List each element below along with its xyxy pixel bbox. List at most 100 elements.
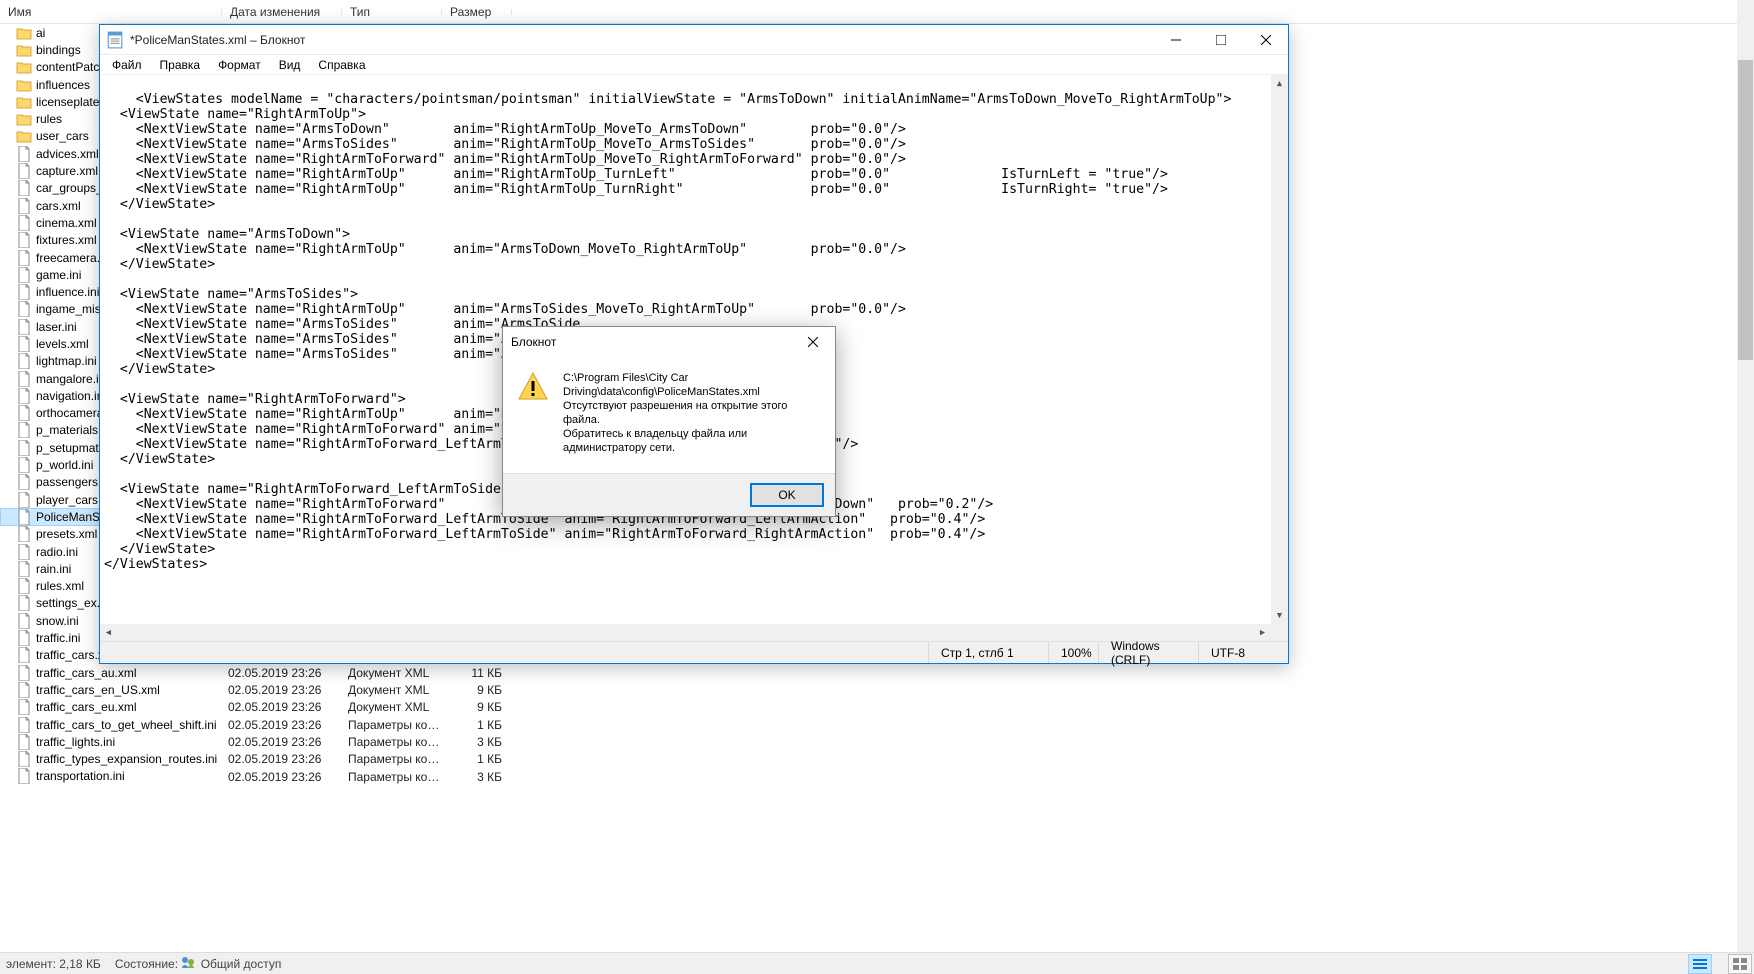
col-header-size[interactable]: Размер: [442, 5, 512, 19]
file-row[interactable]: traffic_cars_to_get_wheel_shift.ini: [0, 716, 222, 733]
notepad-menubar: ФайлПравкаФорматВидСправка: [100, 55, 1288, 75]
menu-файл[interactable]: Файл: [104, 56, 150, 74]
file-date: 02.05.2019 23:26: [222, 735, 342, 749]
close-button[interactable]: [1243, 25, 1288, 54]
folder-icon: [16, 94, 32, 110]
folder-icon: [16, 111, 32, 127]
status-state: Состояние: Общий доступ: [115, 956, 282, 971]
notepad-icon: [106, 31, 124, 49]
file-row[interactable]: traffic_lights.ini: [0, 733, 222, 750]
file-name: traffic_cars_eu.xml: [36, 700, 136, 714]
dialog-close-button[interactable]: [790, 328, 835, 357]
file-type: Параметры конф...: [342, 770, 442, 784]
file-size: 11 КБ: [442, 666, 512, 680]
file-icon: [16, 751, 32, 767]
detail-row[interactable]: 02.05.2019 23:26Документ XML11 КБ: [222, 664, 512, 681]
file-icon: [16, 146, 32, 162]
scroll-right-icon[interactable]: ▸: [1254, 624, 1271, 641]
file-row[interactable]: traffic_cars_eu.xml: [0, 699, 222, 716]
warning-icon: [517, 371, 549, 403]
file-row[interactable]: traffic_types_expansion_routes.ini: [0, 750, 222, 767]
detail-row[interactable]: 02.05.2019 23:26Документ XML9 КБ: [222, 699, 512, 716]
file-icon: [16, 734, 32, 750]
folder-name: ai: [36, 26, 45, 40]
file-size: 3 КБ: [442, 735, 512, 749]
file-date: 02.05.2019 23:26: [222, 700, 342, 714]
file-row[interactable]: transportation.ini: [0, 768, 222, 785]
folder-icon: [16, 77, 32, 93]
minimize-button[interactable]: [1153, 25, 1198, 54]
file-icon: [16, 561, 32, 577]
notepad-statusbar: Стр 1, стлб 1 100% Windows (CRLF) UTF-8: [100, 641, 1288, 663]
file-name: mangalore.ini: [36, 372, 108, 386]
file-type: Документ XML: [342, 666, 442, 680]
menu-вид[interactable]: Вид: [271, 56, 309, 74]
file-icon: [16, 284, 32, 300]
share-icon: [181, 956, 197, 968]
file-name: rain.ini: [36, 562, 71, 576]
detail-row[interactable]: 02.05.2019 23:26Параметры конф...3 КБ: [222, 768, 512, 785]
file-icon: [16, 544, 32, 560]
file-row[interactable]: traffic_cars_au.xml: [0, 664, 222, 681]
notepad-titlebar[interactable]: *PoliceManStates.xml – Блокнот: [100, 25, 1288, 55]
file-icon: [16, 613, 32, 629]
col-header-type[interactable]: Тип: [342, 5, 442, 19]
file-icon: [16, 319, 32, 335]
explorer-status-bar: элемент: 2,18 КБ Состояние: Общий доступ: [0, 952, 1754, 974]
file-icon: [16, 665, 32, 681]
scroll-up-icon[interactable]: ▴: [1271, 75, 1288, 92]
file-icon: [16, 232, 32, 248]
ok-button[interactable]: OK: [751, 484, 823, 506]
menu-справка[interactable]: Справка: [310, 56, 373, 74]
scroll-left-icon[interactable]: ◂: [100, 624, 117, 641]
file-name: laser.ini: [36, 320, 77, 334]
file-icon: [16, 699, 32, 715]
file-icon: [16, 526, 32, 542]
folder-name: rules: [36, 112, 62, 126]
dialog-titlebar[interactable]: Блокнот: [503, 327, 835, 357]
file-icon: [16, 647, 32, 663]
file-name: radio.ini: [36, 545, 78, 559]
file-icon: [16, 353, 32, 369]
notepad-title: *PoliceManStates.xml – Блокнот: [130, 33, 1153, 47]
menu-правка[interactable]: Правка: [152, 56, 209, 74]
view-large-button[interactable]: [1728, 954, 1752, 974]
detail-row[interactable]: 02.05.2019 23:26Документ XML9 КБ: [222, 681, 512, 698]
file-row[interactable]: traffic_cars_en_US.xml: [0, 681, 222, 698]
detail-row[interactable]: 02.05.2019 23:26Параметры конф...1 КБ: [222, 751, 512, 768]
file-icon: [16, 405, 32, 421]
folder-name: influences: [36, 78, 90, 92]
folder-icon: [16, 59, 32, 75]
folder-icon: [16, 42, 32, 58]
file-icon: [16, 595, 32, 611]
file-name: fixtures.xml: [36, 233, 97, 247]
file-icon: [16, 371, 32, 387]
status-enc: UTF-8: [1198, 642, 1288, 663]
col-header-date[interactable]: Дата изменения: [222, 5, 342, 19]
folder-icon: [16, 128, 32, 144]
detail-row[interactable]: 02.05.2019 23:26Параметры конф...3 КБ: [222, 733, 512, 750]
file-icon: [16, 440, 32, 456]
file-date: 02.05.2019 23:26: [222, 770, 342, 784]
file-name: presets.xml: [36, 527, 97, 541]
detail-row[interactable]: 02.05.2019 23:26Параметры конф...1 КБ: [222, 716, 512, 733]
editor-hscroll[interactable]: ◂ ▸: [100, 624, 1271, 641]
file-name: navigation.ini: [36, 389, 106, 403]
file-name: transportation.ini: [36, 769, 125, 783]
file-name: lightmap.ini: [36, 354, 97, 368]
scroll-down-icon[interactable]: ▾: [1271, 607, 1288, 624]
col-header-name[interactable]: Имя: [0, 5, 222, 19]
scrollbar-thumb[interactable]: [1738, 60, 1753, 360]
menu-формат[interactable]: Формат: [210, 56, 269, 74]
dialog-title: Блокнот: [503, 335, 790, 349]
editor-vscroll[interactable]: ▴ ▾: [1271, 75, 1288, 624]
status-pos: Стр 1, стлб 1: [928, 642, 1048, 663]
explorer-scrollbar[interactable]: [1737, 0, 1754, 960]
file-icon: [16, 336, 32, 352]
file-type: Параметры конф...: [342, 752, 442, 766]
file-type: Документ XML: [342, 683, 442, 697]
file-size: 3 КБ: [442, 770, 512, 784]
maximize-button[interactable]: [1198, 25, 1243, 54]
view-details-button[interactable]: [1688, 954, 1712, 974]
file-icon: [16, 474, 32, 490]
